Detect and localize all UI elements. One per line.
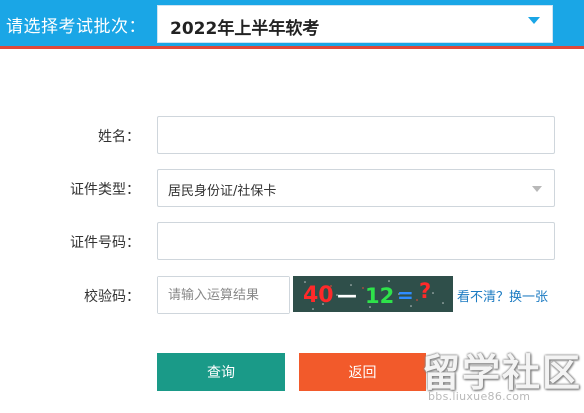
id-number-label: 证件号码：	[70, 235, 140, 251]
name-label: 姓名：	[98, 129, 140, 145]
accent-divider	[0, 46, 584, 49]
caret-down-icon	[528, 17, 540, 24]
captcha-question: ?	[419, 279, 432, 303]
captcha-operand-a: 40	[303, 283, 334, 308]
captcha-image[interactable]: 40 — 12 = ?	[293, 276, 453, 312]
exam-batch-select[interactable]: 2022年上半年软考	[157, 5, 553, 43]
top-bar: 请选择考试批次： 2022年上半年软考	[0, 0, 584, 46]
id-number-field[interactable]	[157, 222, 555, 260]
name-input[interactable]	[158, 117, 554, 153]
captcha-label: 校验码：	[84, 289, 140, 305]
id-number-input[interactable]	[158, 223, 554, 259]
watermark-title: 留学社区	[422, 351, 583, 395]
watermark-url: bbs.liuxue86.com	[428, 390, 531, 403]
captcha-operand-b: 12	[365, 284, 395, 308]
back-button[interactable]: 返回	[299, 353, 426, 391]
captcha-equals: =	[397, 283, 414, 307]
id-type-label: 证件类型：	[70, 182, 140, 198]
batch-label: 请选择考试批次：	[6, 17, 146, 37]
query-button[interactable]: 查询	[157, 353, 285, 391]
watermark: 留学社区 bbs.liuxue86.com	[412, 342, 582, 410]
chevron-down-icon	[532, 186, 542, 192]
captcha-operator: —	[337, 283, 357, 307]
name-field[interactable]	[157, 116, 555, 154]
id-type-value: 居民身份证/社保卡	[168, 184, 277, 199]
captcha-input[interactable]	[158, 277, 289, 313]
id-type-select[interactable]: 居民身份证/社保卡	[157, 169, 555, 207]
exam-batch-value: 2022年上半年软考	[170, 19, 320, 39]
refresh-captcha-link[interactable]: 看不清？换一张	[457, 286, 548, 305]
captcha-field[interactable]	[157, 276, 290, 314]
